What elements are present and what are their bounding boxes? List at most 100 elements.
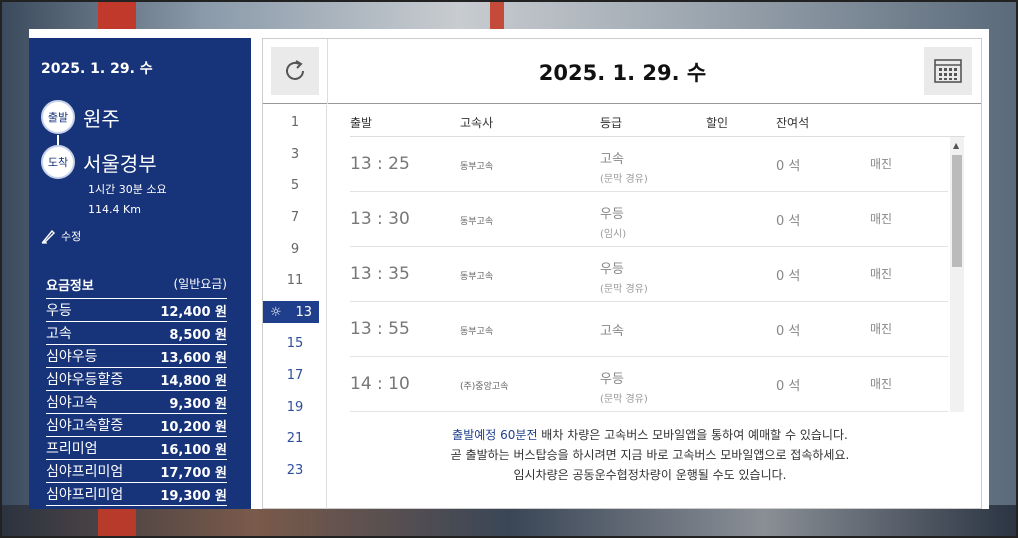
arrival-terminal: 서울경부 [83,151,157,176]
edit-route-button[interactable]: 수정 [41,228,81,244]
hour-11[interactable]: 11 [263,269,327,291]
fare-grade: 심야고속 [46,395,98,411]
fare-price: 12,400 원 [160,304,227,320]
fare-price: 17,700 원 [160,465,227,481]
fare-row: 심야프리미엄 19,300 원 [46,483,227,506]
page-title: 2025. 1. 29. 수 [538,60,707,85]
col-grade: 등급 [600,116,623,130]
remaining-seats: 0 석 [776,324,801,339]
fare-grade: 심야고속할증 [46,418,124,434]
fare-price: 9,300 원 [169,396,227,412]
table-row[interactable]: 14 : 10 (주)중앙고속 우등 (문막 경유) 0 석 매진 [350,357,948,412]
table-row[interactable]: 13 : 35 동부고속 우등 (문막 경유) 0 석 매진 [350,247,948,302]
col-company: 고속사 [460,116,494,130]
notice-line3: 임시차량은 공동운수협정차량이 운행될 수도 있습니다. [513,468,787,482]
hour-selector: 1 3 5 7 9 11 ☼ 13 15 17 19 21 23 [263,105,327,509]
fare-header: 요금정보 (일반요금) [46,273,227,299]
calendar-button[interactable] [924,47,972,95]
fare-row: 심야고속할증 10,200 원 [46,414,227,437]
fare-row: 우등 12,400 원 [46,299,227,322]
grade-note: (문막 경유) [600,284,648,295]
hour-17[interactable]: 17 [263,364,327,386]
scrollbar-thumb[interactable] [952,155,962,267]
hour-19[interactable]: 19 [263,396,327,418]
fare-row: 프리미엄 16,100 원 [46,437,227,460]
sold-out-status: 매진 [870,212,893,226]
table-row[interactable]: 13 : 30 동부고속 우등 (임시) 0 석 매진 [350,192,948,247]
sold-out-status: 매진 [870,267,893,281]
fare-grade: 우등 [46,303,72,319]
bus-grade: 우등 (문막 경유) [600,262,648,295]
hour-3[interactable]: 3 [263,143,327,165]
fare-row: 고속 8,500 원 [46,322,227,345]
departure-stop: 출발 원주 [41,100,120,134]
notice-highlight: 출발예정 60분전 [452,428,538,442]
col-discount: 할인 [706,116,729,130]
hour-9[interactable]: 9 [263,238,327,260]
fare-price: 10,200 원 [160,419,227,435]
remaining-seats: 0 석 [776,269,801,284]
sold-out-status: 매진 [870,157,893,171]
remaining-seats: 0 석 [776,214,801,229]
departure-terminal: 원주 [83,106,120,131]
bus-company: (주)중앙고속 [460,382,509,392]
bus-grade: 고속 (문막 경유) [600,152,648,185]
bus-company: 동부고속 [460,272,494,282]
hour-13[interactable]: ☼ 13 [263,301,319,323]
bus-grade: 고속 [600,324,624,339]
pencil-icon [41,229,55,244]
fare-row: 심야우등 13,600 원 [46,345,227,368]
route-summary-panel: 2025. 1. 29. 수 출발 원주 도착 서울경부 1시간 30분 소요 … [29,38,251,509]
sun-icon: ☼ [269,304,282,320]
timetable-header: 2025. 1. 29. 수 [263,39,981,104]
fare-price: 16,100 원 [160,442,227,458]
timetable-card: 2025. 1. 29. 수 출발 원주 도착 서울경부 1시간 30분 소요 … [29,29,989,509]
fare-grade: 심야우등 [46,349,98,365]
hour-23[interactable]: 23 [263,459,327,481]
sold-out-status: 매진 [870,377,893,391]
scrollbar[interactable]: ▲ [950,137,964,412]
departure-time: 13 : 55 [350,319,410,339]
timetable-panel: 2025. 1. 29. 수 1 3 5 7 9 11 ☼ 13 15 17 19 21 23 출발 고… [262,38,982,509]
fare-grade: 심야프리미엄 [46,487,124,503]
remaining-seats: 0 석 [776,379,801,394]
bus-company: 동부고속 [460,217,494,227]
remaining-seats: 0 석 [776,159,801,174]
arrival-stop: 도착 서울경부 [41,145,157,179]
table-row[interactable]: 13 : 25 동부고속 고속 (문막 경유) 0 석 매진 [350,137,948,192]
route-date: 2025. 1. 29. 수 [41,61,153,77]
fare-row: 심야우등할증 14,800 원 [46,368,227,391]
fare-price: 14,800 원 [160,373,227,389]
fare-price: 8,500 원 [169,327,227,343]
fare-header-title: 요금정보 [46,279,94,294]
fare-price: 13,600 원 [160,350,227,366]
table-header: 출발 고속사 등급 할인 잔여석 [350,105,965,137]
col-seats: 잔여석 [776,116,810,130]
hour-7[interactable]: 7 [263,206,327,228]
scroll-up-icon[interactable]: ▲ [953,141,959,150]
fare-grade: 심야우등할증 [46,372,124,388]
hour-5[interactable]: 5 [263,174,327,196]
hour-21[interactable]: 21 [263,427,327,449]
fare-price: 19,300 원 [160,488,227,504]
fare-grade: 심야프리미엄 [46,464,124,480]
departure-time: 13 : 35 [350,264,410,284]
fare-grade: 프리미엄 [46,441,98,457]
bus-company: 동부고속 [460,162,494,172]
calendar-icon [934,59,962,83]
table-row[interactable]: 13 : 55 동부고속 고속 0 석 매진 [350,302,948,357]
notice: 출발예정 60분전 배차 차량은 고속버스 모바일앱을 통하여 예매할 수 있습… [350,425,950,485]
arrival-badge: 도착 [41,145,75,179]
hour-15[interactable]: 15 [263,332,327,354]
travel-distance: 114.4 Km [88,203,141,216]
bus-grade: 우등 (임시) [600,207,627,240]
travel-duration: 1시간 30분 소요 [88,183,167,196]
fare-row: 심야고속 9,300 원 [46,391,227,414]
fare-row: 심야프리미엄 17,700 원 [46,460,227,483]
bus-company: 동부고속 [460,327,494,337]
bus-grade: 우등 (문막 경유) [600,372,648,405]
hour-1[interactable]: 1 [263,111,327,133]
schedule-rows: ▲ 13 : 25 동부고속 고속 (문막 경유) 0 석 매진 13 : 30… [350,137,965,412]
departure-time: 13 : 30 [350,209,410,229]
refresh-button[interactable] [271,47,319,95]
